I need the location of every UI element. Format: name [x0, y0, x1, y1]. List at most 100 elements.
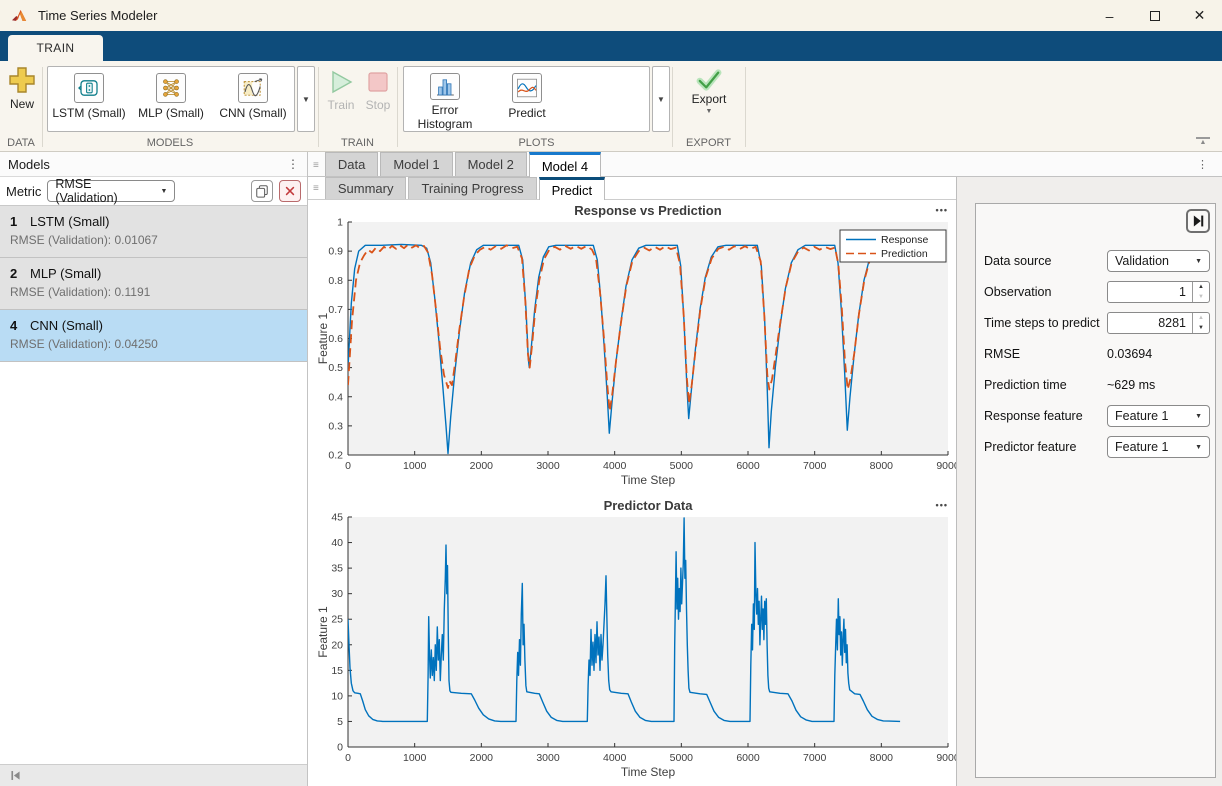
metric-row: Metric RMSE (Validation) ▼ [0, 177, 307, 206]
minimize-button[interactable]: – [1087, 0, 1132, 31]
chevron-down-icon: ▼ [657, 95, 665, 104]
gallery-item-mlp[interactable]: MLP (Small) [130, 67, 212, 131]
collapse-panel-left-button[interactable] [9, 769, 22, 782]
subtab-training-progress[interactable]: Training Progress [408, 177, 536, 199]
x-tick-label: 9000 [936, 752, 956, 764]
x-tick-label: 5000 [670, 752, 694, 764]
response-feature-dropdown[interactable]: Feature 1 ▼ [1107, 405, 1210, 427]
x-tick-label: 0 [345, 460, 351, 472]
y-tick-label: 0.7 [328, 304, 343, 316]
observation-value[interactable]: 1 [1108, 282, 1192, 302]
timesteps-row: Time steps to predict 8281 ▲ ▼ [984, 308, 1210, 338]
model-card-mlp[interactable]: 2MLP (Small) RMSE (Validation): 0.1191 [0, 258, 307, 310]
gallery-item-cnn[interactable]: CNN (Small) [212, 67, 294, 131]
run-prediction-button[interactable] [1186, 209, 1210, 233]
models-panel-header: Models ⋮ [0, 152, 307, 177]
section-separator [42, 67, 43, 147]
timesteps-value[interactable]: 8281 [1108, 313, 1192, 333]
tab-data[interactable]: Data [325, 152, 378, 176]
metric-dropdown[interactable]: RMSE (Validation) ▼ [47, 180, 175, 202]
y-tick-label: 5 [337, 716, 343, 728]
observation-spinner[interactable]: 1 ▲ ▼ [1107, 281, 1210, 303]
model-name: MLP (Small) [30, 266, 101, 281]
train-button-label: Train [328, 98, 355, 112]
histogram-icon [430, 73, 460, 100]
close-button[interactable]: ✕ [1177, 0, 1222, 31]
gallery-item-label: MLP (Small) [138, 106, 204, 120]
predictor-feature-dropdown[interactable]: Feature 1 ▼ [1107, 436, 1210, 458]
chart-menu-button[interactable]: ••• [936, 205, 948, 215]
gallery-item-label: CNN (Small) [219, 106, 286, 120]
stop-button[interactable]: Stop [361, 69, 395, 112]
model-4-subtab-row: ≡ Summary Training Progress Predict [308, 177, 956, 200]
new-button[interactable]: New [6, 66, 38, 111]
play-to-end-icon [1192, 214, 1205, 228]
tab-model-1[interactable]: Model 1 [380, 152, 452, 176]
gallery-item-predict[interactable]: Predict [486, 67, 568, 131]
data-source-label: Data source [984, 254, 1107, 268]
spin-down-button[interactable]: ▼ [1193, 292, 1209, 302]
models-gallery: LSTM (Small) [47, 66, 295, 132]
y-tick-label: 0.8 [328, 275, 343, 287]
window-controls: – ✕ [1087, 0, 1222, 31]
matlab-logo-icon [11, 8, 29, 24]
chevron-down-icon: ▼ [1195, 413, 1202, 420]
model-card-lstm[interactable]: 1LSTM (Small) RMSE (Validation): 0.01067 [0, 206, 307, 258]
time-series-modeler-window: Time Series Modeler – ✕ TRAIN New DATA [0, 0, 1222, 786]
rmse-row: RMSE 0.03694 [984, 339, 1210, 369]
section-label-train: TRAIN [318, 137, 397, 149]
section-separator [318, 67, 319, 147]
timesteps-spinner[interactable]: 8281 ▲ ▼ [1107, 312, 1210, 334]
export-button[interactable]: Export ▼ [678, 68, 740, 115]
subtab-predict[interactable]: Predict [539, 177, 605, 200]
observation-row: Observation 1 ▲ ▼ [984, 277, 1210, 307]
spin-down-button[interactable]: ▼ [1193, 323, 1209, 333]
titlebar: Time Series Modeler – ✕ [0, 0, 1222, 31]
tab-overflow-menu-button[interactable]: ⋮ [1197, 158, 1208, 171]
models-panel-title: Models [8, 157, 50, 172]
section-separator [672, 67, 673, 147]
tab-train[interactable]: TRAIN [8, 35, 103, 61]
y-tick-label: 30 [331, 588, 343, 600]
tab-model-2[interactable]: Model 2 [455, 152, 527, 176]
y-tick-label: 45 [331, 512, 343, 524]
response-feature-row: Response feature Feature 1 ▼ [984, 401, 1210, 431]
minimize-icon: – [1106, 8, 1114, 24]
chevron-down-icon: ▼ [1195, 444, 1202, 451]
response-feature-value: Feature 1 [1115, 409, 1169, 423]
stop-button-label: Stop [366, 98, 391, 112]
data-source-dropdown[interactable]: Validation ▼ [1107, 250, 1210, 272]
collapse-ribbon-button[interactable]: ▲ [1196, 137, 1210, 145]
chevron-down-icon: ▼ [706, 108, 713, 115]
document-area: ≡ Data Model 1 Model 2 Model 4 ⋮ ≡ Summa… [308, 152, 1222, 786]
x-tick-label: 6000 [736, 752, 760, 764]
gallery-item-label: LSTM (Small) [52, 106, 125, 120]
delete-model-button[interactable] [279, 180, 301, 202]
y-tick-label: 0.5 [328, 362, 343, 374]
chart-menu-button[interactable]: ••• [936, 500, 948, 510]
models-panel-menu-button[interactable]: ⋮ [287, 157, 299, 171]
stop-icon [365, 69, 391, 95]
models-gallery-dropdown-button[interactable]: ▼ [297, 66, 315, 132]
duplicate-model-button[interactable] [251, 180, 273, 202]
tab-model-4[interactable]: Model 4 [529, 152, 601, 177]
spin-up-button[interactable]: ▲ [1193, 313, 1209, 323]
models-panel: Models ⋮ Metric RMSE (Validation) ▼ [0, 152, 308, 786]
gallery-item-lstm[interactable]: LSTM (Small) [48, 67, 130, 131]
train-button[interactable]: Train [324, 69, 358, 112]
predict-options-panel: Data source Validation ▼ Observation 1 ▲ [975, 203, 1216, 778]
spin-up-button[interactable]: ▲ [1193, 282, 1209, 292]
subtab-row-handle-icon[interactable]: ≡ [313, 183, 319, 194]
subtab-summary[interactable]: Summary [325, 177, 407, 199]
tab-row-handle-icon[interactable]: ≡ [313, 160, 319, 171]
model-card-cnn-selected[interactable]: 4CNN (Small) RMSE (Validation): 0.04250 [0, 310, 307, 362]
plots-gallery-dropdown-button[interactable]: ▼ [652, 66, 670, 132]
maximize-button[interactable] [1132, 0, 1177, 31]
data-source-row: Data source Validation ▼ [984, 246, 1210, 276]
timesteps-spin-arrows: ▲ ▼ [1192, 313, 1209, 333]
gallery-item-error-histogram[interactable]: Error Histogram [404, 67, 486, 131]
x-tick-label: 7000 [803, 752, 827, 764]
prediction-time-value: ~629 ms [1107, 378, 1210, 392]
model-rmse: RMSE (Validation): 0.01067 [10, 233, 297, 247]
y-tick-label: 0.4 [328, 391, 343, 403]
